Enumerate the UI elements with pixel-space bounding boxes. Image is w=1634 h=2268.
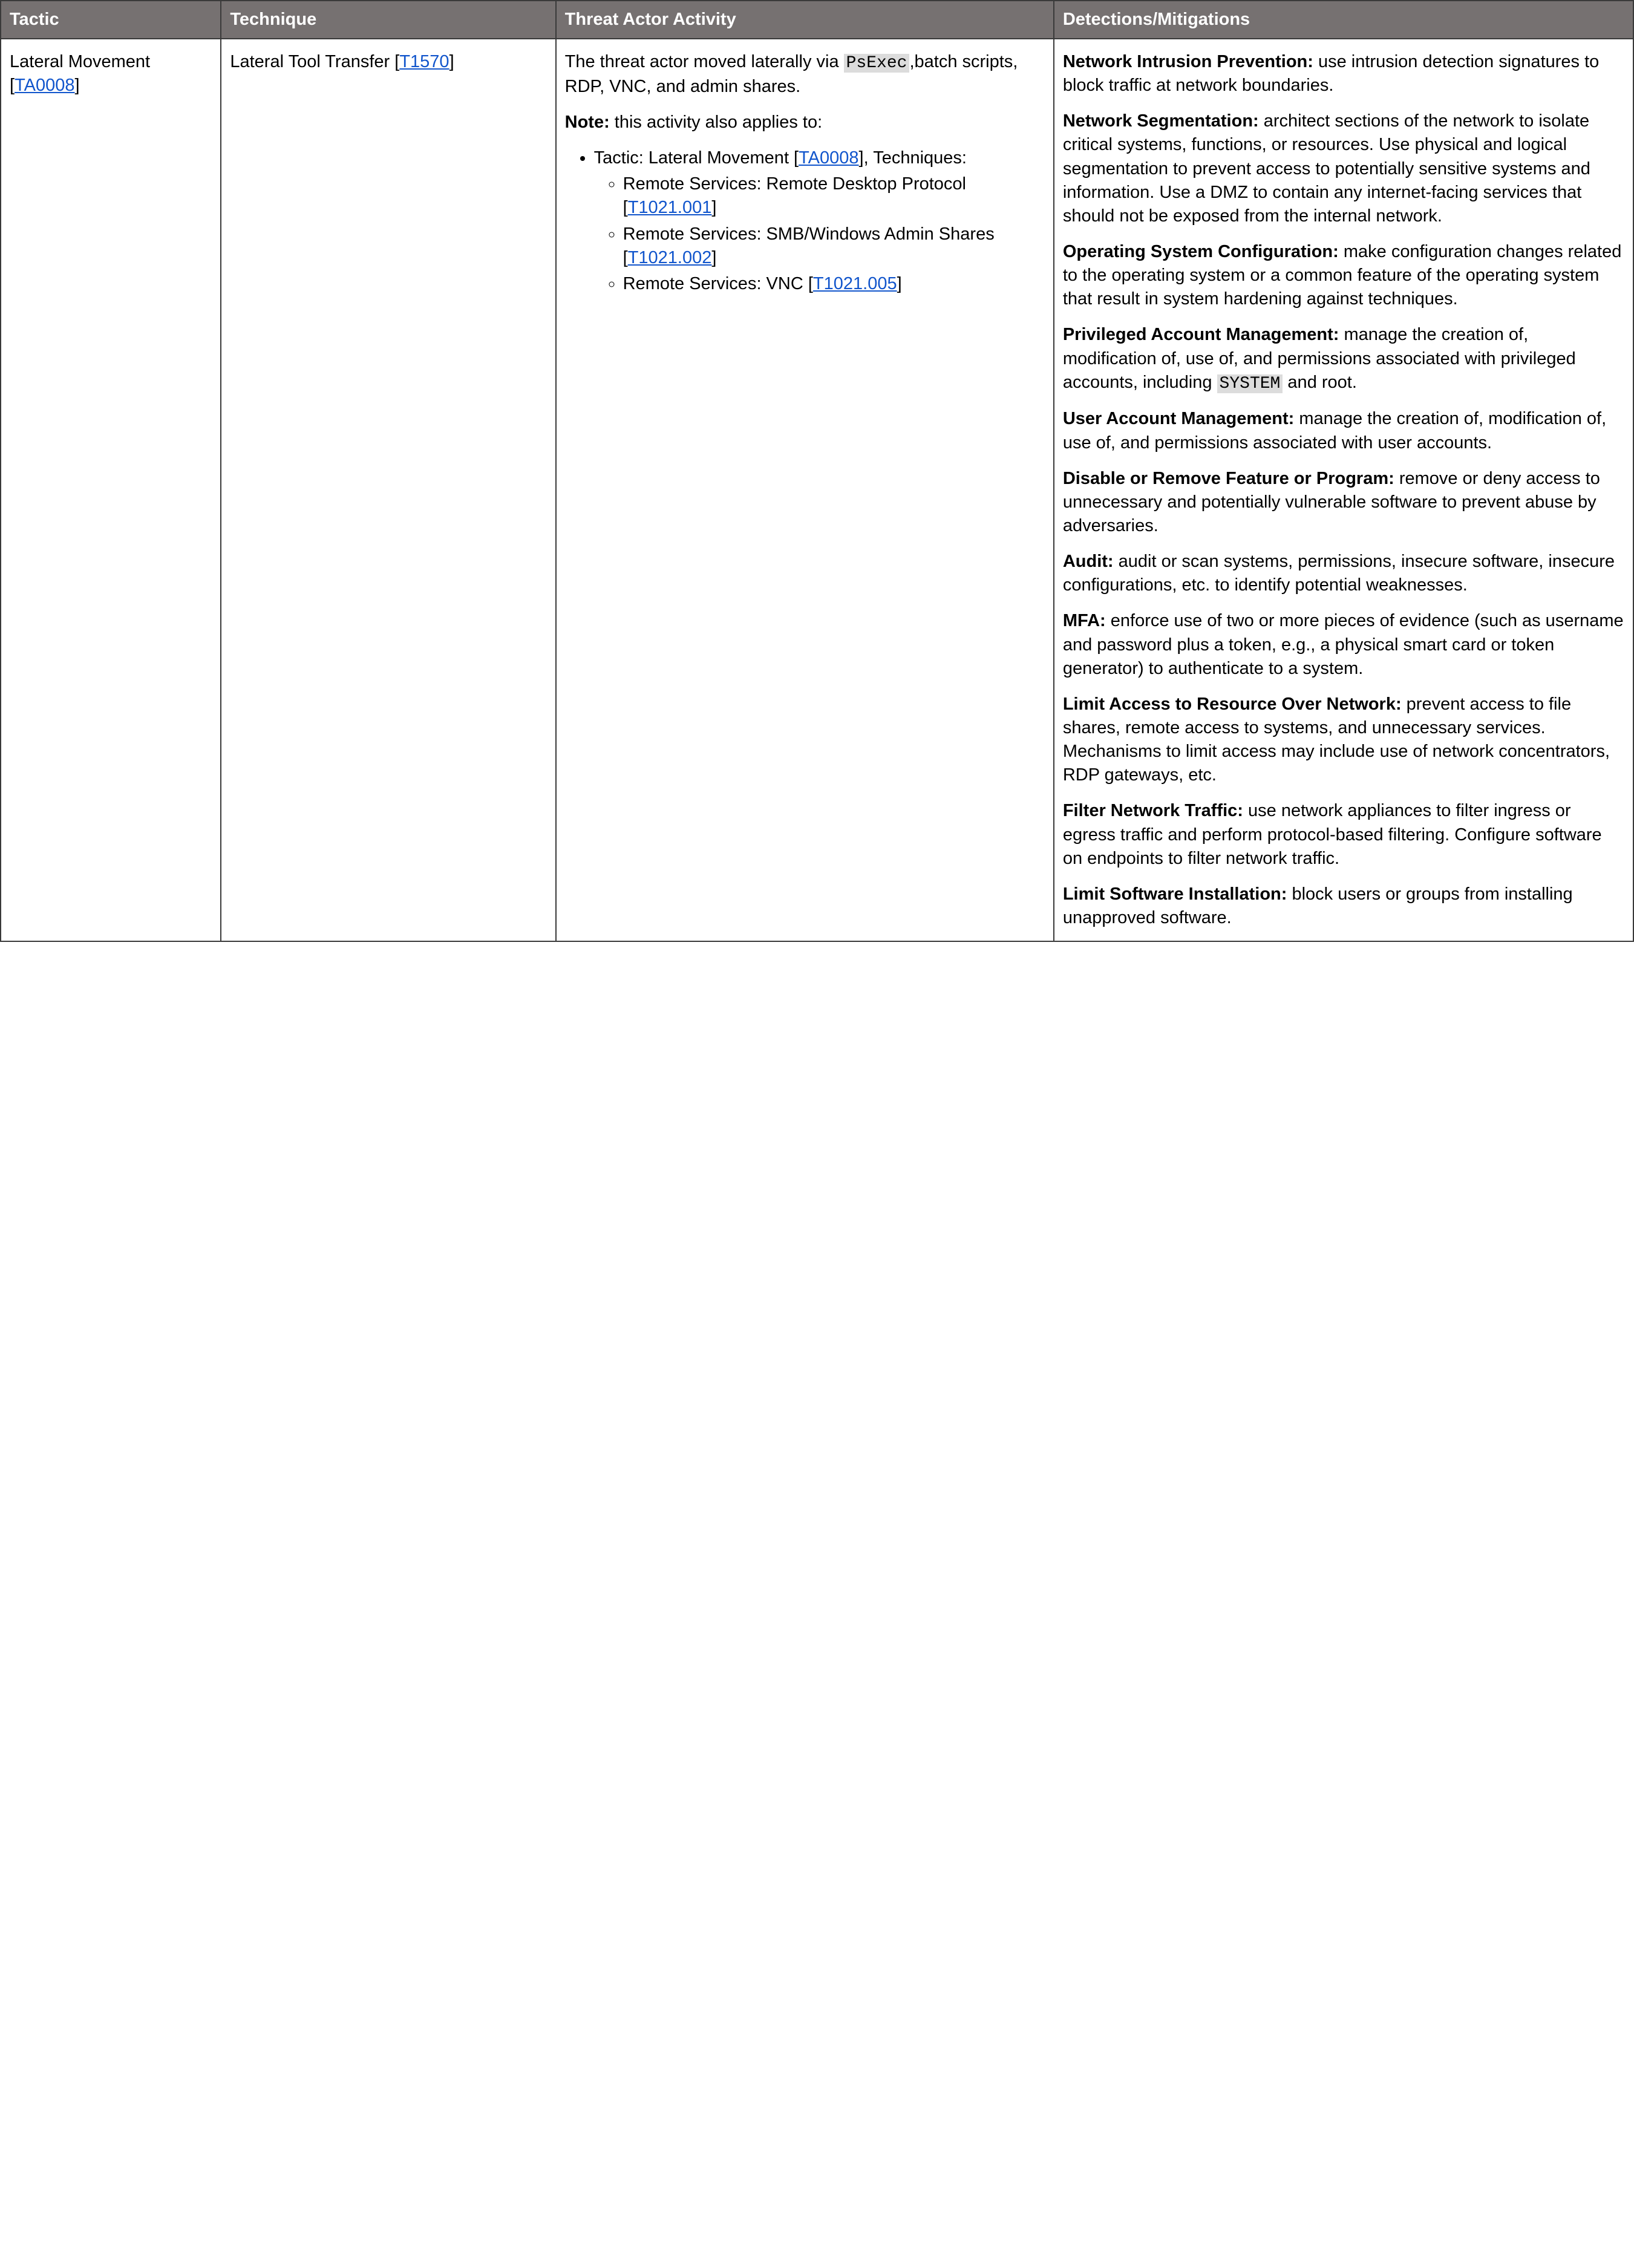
- header-tactic: Tactic: [1, 1, 221, 39]
- note-text: this activity also applies to:: [610, 113, 822, 132]
- detection-item: Limit Access to Resource Over Network: p…: [1063, 693, 1624, 788]
- bracket-open: [: [10, 76, 15, 95]
- detection-title: Disable or Remove Feature or Program:: [1063, 469, 1394, 488]
- detection-item: Disable or Remove Feature or Program: re…: [1063, 467, 1624, 538]
- detection-title: MFA:: [1063, 611, 1106, 630]
- list-item: Remote Services: SMB/Windows Admin Share…: [623, 223, 1045, 270]
- detection-item: Network Segmentation: architect sections…: [1063, 109, 1624, 228]
- technique-link[interactable]: T1570: [399, 52, 449, 71]
- detection-title: Operating System Configuration:: [1063, 242, 1339, 261]
- table-row: Lateral Movement [TA0008] Lateral Tool T…: [1, 39, 1633, 941]
- detection-body-after: and root.: [1283, 373, 1357, 392]
- code-system: SYSTEM: [1217, 374, 1283, 393]
- detection-item: Audit: audit or scan systems, permission…: [1063, 550, 1624, 597]
- detection-title: Filter Network Traffic:: [1063, 801, 1243, 820]
- cell-tactic: Lateral Movement [TA0008]: [1, 39, 221, 941]
- detection-item: Operating System Configuration: make con…: [1063, 240, 1624, 311]
- bracket-close: ]: [74, 76, 79, 95]
- bullet-suffix: ], Techniques:: [859, 148, 967, 168]
- bullet-prefix: Tactic: Lateral Movement [: [594, 148, 799, 168]
- detection-title: Network Intrusion Prevention:: [1063, 52, 1313, 71]
- detection-title: User Account Management:: [1063, 409, 1294, 428]
- technique-name: Lateral Tool Transfer: [230, 52, 390, 71]
- code-psexec: PsExec: [844, 54, 910, 73]
- detection-title: Limit Software Installation:: [1063, 884, 1287, 904]
- header-detections: Detections/Mitigations: [1054, 1, 1633, 39]
- detection-body: audit or scan systems, permissions, inse…: [1063, 552, 1615, 595]
- mitre-table: Tactic Technique Threat Actor Activity D…: [0, 0, 1634, 942]
- list-item: Remote Services: VNC [T1021.005]: [623, 272, 1045, 296]
- header-row: Tactic Technique Threat Actor Activity D…: [1, 1, 1633, 39]
- detection-item: User Account Management: manage the crea…: [1063, 407, 1624, 454]
- detection-item: Filter Network Traffic: use network appl…: [1063, 799, 1624, 870]
- detection-item: Limit Software Installation: block users…: [1063, 883, 1624, 930]
- detection-item: Privileged Account Management: manage th…: [1063, 323, 1624, 395]
- detection-title: Privileged Account Management:: [1063, 325, 1339, 344]
- header-technique: Technique: [221, 1, 555, 39]
- activity-list: Tactic: Lateral Movement [TA0008], Techn…: [594, 146, 1045, 296]
- cell-detections: Network Intrusion Prevention: use intrus…: [1054, 39, 1633, 941]
- activity-intro-before: The threat actor moved laterally via: [565, 52, 844, 71]
- cell-activity: The threat actor moved laterally via PsE…: [556, 39, 1054, 941]
- note-label: Note:: [565, 113, 610, 132]
- subitem-close: ]: [711, 248, 716, 267]
- activity-intro: The threat actor moved laterally via PsE…: [565, 50, 1045, 99]
- detection-title: Audit:: [1063, 552, 1114, 571]
- activity-sublist: Remote Services: Remote Desktop Protocol…: [623, 172, 1045, 296]
- tactic-link[interactable]: TA0008: [15, 76, 74, 95]
- list-item: Tactic: Lateral Movement [TA0008], Techn…: [594, 146, 1045, 296]
- tactic-link-inline[interactable]: TA0008: [799, 148, 858, 168]
- activity-note: Note: this activity also applies to:: [565, 111, 1045, 134]
- tactic-name: Lateral Movement: [10, 52, 150, 71]
- detection-title: Network Segmentation:: [1063, 111, 1259, 131]
- subitem-text: Remote Services: VNC [: [623, 274, 813, 293]
- bracket-close: ]: [449, 52, 454, 71]
- detection-item: Network Intrusion Prevention: use intrus…: [1063, 50, 1624, 97]
- subtechnique-link[interactable]: T1021.001: [628, 198, 712, 217]
- subtechnique-link[interactable]: T1021.005: [813, 274, 897, 293]
- subtechnique-link[interactable]: T1021.002: [628, 248, 712, 267]
- detection-title: Limit Access to Resource Over Network:: [1063, 694, 1402, 714]
- detection-body: enforce use of two or more pieces of evi…: [1063, 611, 1624, 678]
- list-item: Remote Services: Remote Desktop Protocol…: [623, 172, 1045, 220]
- cell-technique: Lateral Tool Transfer [T1570]: [221, 39, 555, 941]
- subitem-close: ]: [711, 198, 716, 217]
- detection-item: MFA: enforce use of two or more pieces o…: [1063, 609, 1624, 680]
- subitem-close: ]: [897, 274, 902, 293]
- header-activity: Threat Actor Activity: [556, 1, 1054, 39]
